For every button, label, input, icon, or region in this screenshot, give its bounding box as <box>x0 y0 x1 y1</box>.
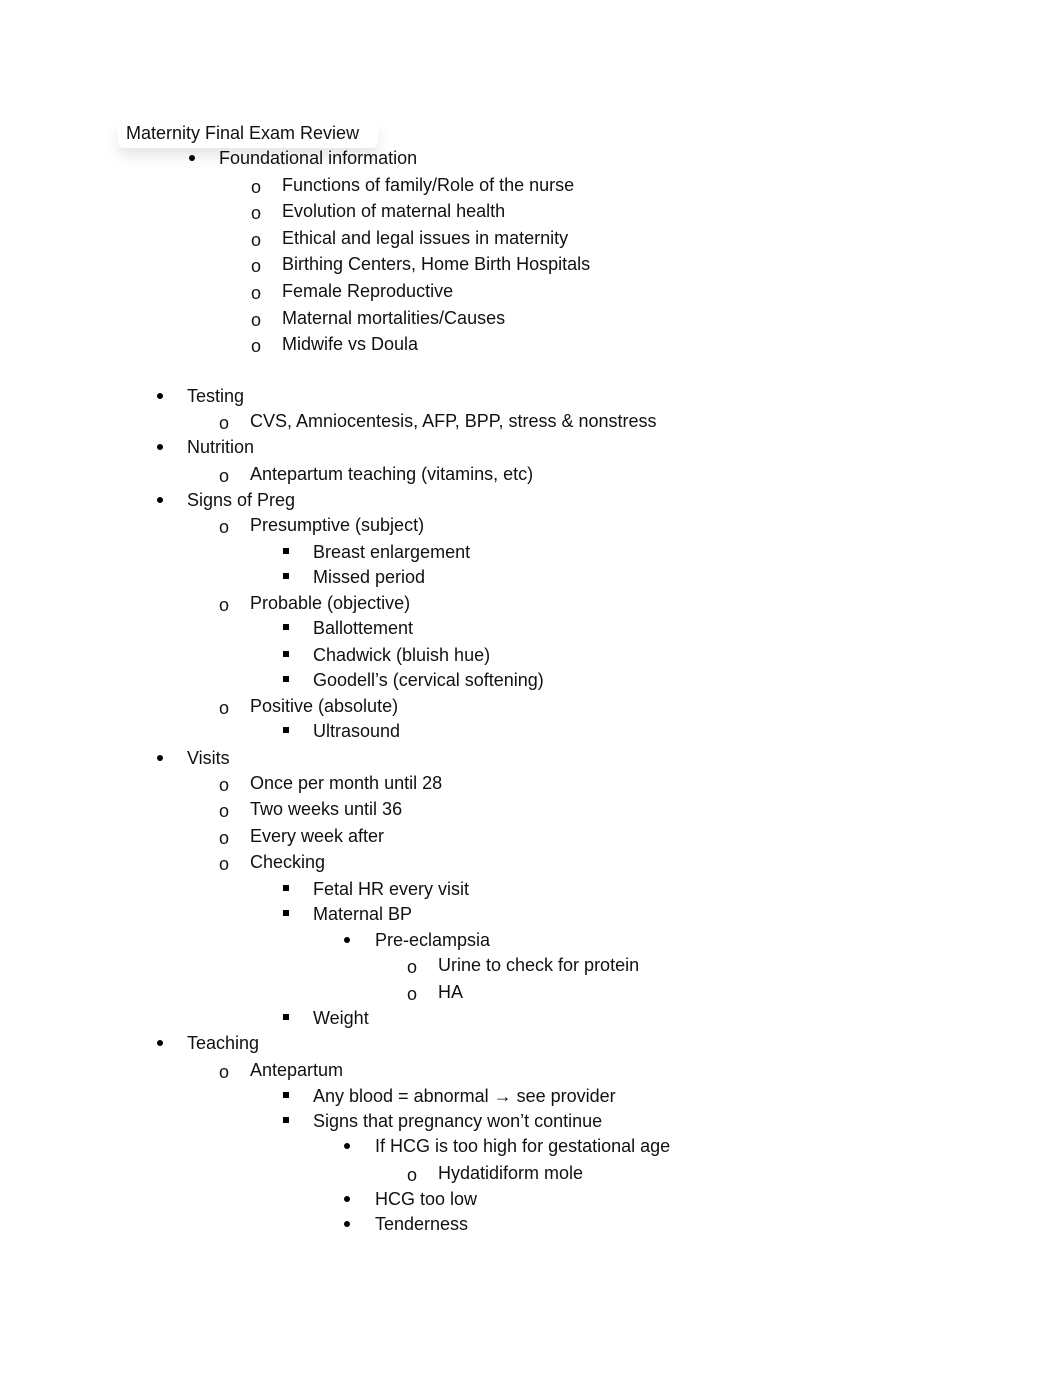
bullet-disc-icon <box>189 155 195 161</box>
bullet-circle-icon: o <box>219 828 230 848</box>
outline-item-text: Urine to check for protein <box>438 955 640 975</box>
outline-item-text: Antepartum <box>250 1060 344 1080</box>
outline-item-text: Evolution of maternal health <box>282 201 506 221</box>
outline-item-text: Maternal BP <box>313 904 413 924</box>
bullet-circle-icon: o <box>407 957 418 977</box>
outline-item-text: Fetal HR every visit <box>313 879 470 899</box>
bullet-square-icon <box>283 885 289 891</box>
outline-item-text: Female Reproductive <box>282 281 454 301</box>
bullet-square-icon <box>283 727 289 733</box>
outline-item-text: Goodell’s (cervical softening) <box>313 670 544 690</box>
bullet-square-icon <box>283 910 289 916</box>
outline-item-text: Positive (absolute) <box>250 696 399 716</box>
outline-item-text: Ultrasound <box>313 721 401 741</box>
bullet-circle-icon: o <box>251 256 262 276</box>
outline-item-text: Signs that pregnancy won’t continue <box>313 1111 603 1131</box>
outline-item-text: Presumptive (subject) <box>250 515 425 535</box>
outline-item-text: Breast enlargement <box>313 542 471 562</box>
outline-item-text: Hydatidiform mole <box>438 1163 584 1183</box>
outline-item-text: Two weeks until 36 <box>250 799 403 819</box>
bullet-square-icon <box>283 573 289 579</box>
bullet-disc-icon <box>344 1196 350 1202</box>
outline-item-text: If HCG is too high for gestational age <box>375 1136 671 1156</box>
bullet-disc-icon <box>157 497 163 503</box>
outline-item-text: Missed period <box>313 567 426 587</box>
outline-item-text: Probable (objective) <box>250 593 411 613</box>
document-title: Maternity Final Exam Review <box>126 123 360 143</box>
outline-item-text: Weight <box>313 1008 369 1028</box>
bullet-disc-icon <box>344 937 350 943</box>
bullet-disc-icon <box>157 393 163 399</box>
outline-item-text: Nutrition <box>187 437 255 457</box>
outline-item-text: Every week after <box>250 826 385 846</box>
bullet-circle-icon: o <box>407 1165 418 1185</box>
outline-item-text: Pre-eclampsia <box>375 930 491 950</box>
outline-item-text: Visits <box>187 748 230 768</box>
bullet-circle-icon: o <box>251 230 262 250</box>
outline-item-text: Birthing Centers, Home Birth Hospitals <box>282 254 591 274</box>
bullet-circle-icon: o <box>407 984 418 1004</box>
outline-item-text: HA <box>438 982 464 1002</box>
bullet-disc-icon <box>157 755 163 761</box>
bullet-circle-icon: o <box>219 775 230 795</box>
bullet-square-icon <box>283 1014 289 1020</box>
outline-item-text: Chadwick (bluish hue) <box>313 645 491 665</box>
bullet-circle-icon: o <box>251 336 262 356</box>
outline-item-text: HCG too low <box>375 1189 478 1209</box>
bullet-circle-icon: o <box>251 283 262 303</box>
bullet-circle-icon: o <box>219 466 230 486</box>
bullet-circle-icon: o <box>219 1062 230 1082</box>
outline-item-text: Ballottement <box>313 618 414 638</box>
bullet-circle-icon: o <box>219 413 230 433</box>
bullet-circle-icon: o <box>219 517 230 537</box>
outline-item-text: Once per month until 28 <box>250 773 443 793</box>
outline-item-text: CVS, Amniocentesis, AFP, BPP, stress & n… <box>250 411 657 431</box>
outline-item-text: Tenderness <box>375 1214 469 1234</box>
outline-item-text: Foundational information <box>219 148 418 168</box>
bullet-square-icon <box>283 1117 289 1123</box>
bullet-disc-icon <box>157 444 163 450</box>
bullet-circle-icon: o <box>251 310 262 330</box>
bullet-square-icon <box>283 651 289 657</box>
outline-item-text: Midwife vs Doula <box>282 334 419 354</box>
bullet-disc-icon <box>344 1143 350 1149</box>
outline-item-text: Any blood = abnormal → see provider <box>313 1086 616 1106</box>
outline-item-text: Checking <box>250 852 326 872</box>
outline-item-text: Maternal mortalities/Causes <box>282 308 506 328</box>
bullet-square-icon <box>283 624 289 630</box>
outline-item-text: Ethical and legal issues in maternity <box>282 228 569 248</box>
outline-item-text: Antepartum teaching (vitamins, etc) <box>250 464 534 484</box>
outline-item-text: Functions of family/Role of the nurse <box>282 175 575 195</box>
bullet-disc-icon <box>157 1040 163 1046</box>
bullet-disc-icon <box>344 1221 350 1227</box>
bullet-circle-icon: o <box>251 203 262 223</box>
bullet-circle-icon: o <box>219 698 230 718</box>
bullet-circle-icon: o <box>251 177 262 197</box>
bullet-circle-icon: o <box>219 595 230 615</box>
bullet-square-icon <box>283 676 289 682</box>
outline-item-text: Testing <box>187 386 245 406</box>
document-page: Maternity Final Exam Review Foundational… <box>0 0 1062 1377</box>
bullet-circle-icon: o <box>219 854 230 874</box>
outline-item-text: Signs of Preg <box>187 490 296 510</box>
bullet-square-icon <box>283 548 289 554</box>
bullet-square-icon <box>283 1092 289 1098</box>
outline-item-text: Teaching <box>187 1033 260 1053</box>
bullet-circle-icon: o <box>219 801 230 821</box>
